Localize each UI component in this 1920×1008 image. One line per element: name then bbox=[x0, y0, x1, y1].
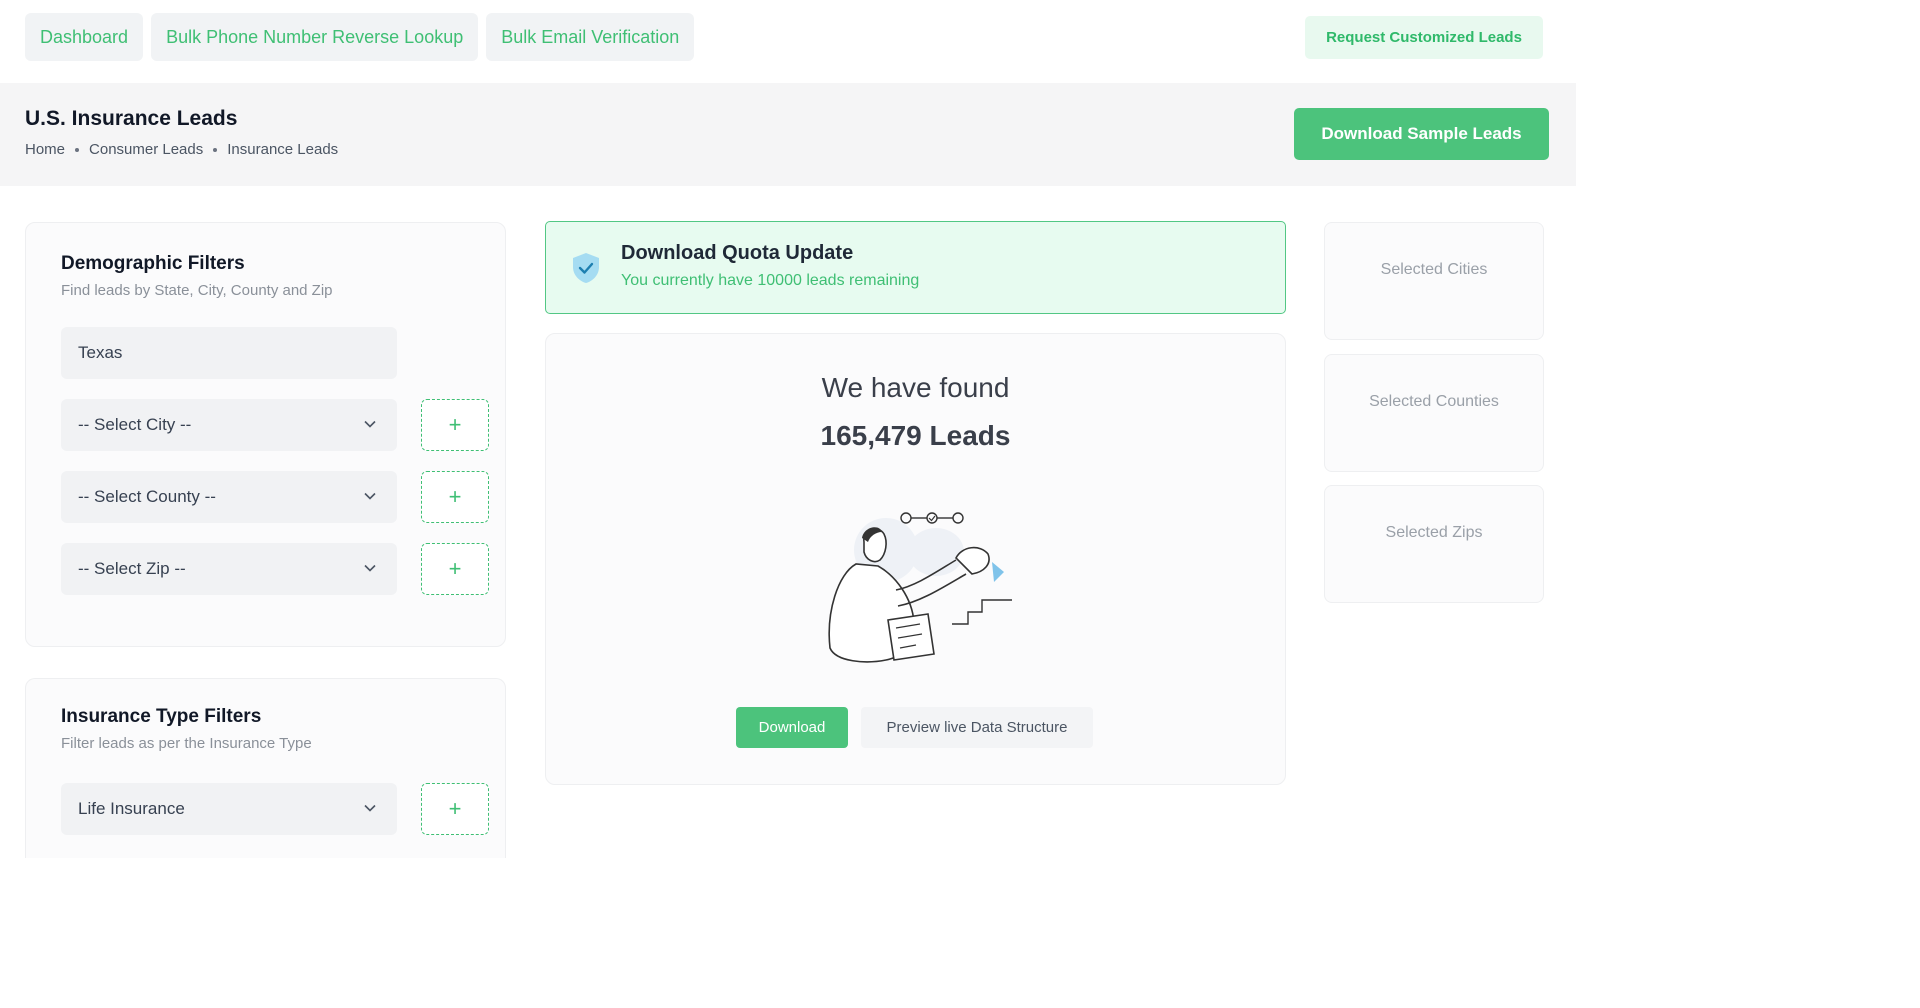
quota-banner: Download Quota Update You currently have… bbox=[545, 221, 1286, 314]
chevron-down-icon bbox=[364, 420, 376, 428]
chevron-down-icon bbox=[364, 804, 376, 812]
selected-zips-panel: Selected Zips bbox=[1324, 485, 1544, 603]
breadcrumb-consumer-leads[interactable]: Consumer Leads bbox=[89, 141, 203, 158]
add-zip-button[interactable]: + bbox=[421, 543, 489, 595]
zip-select[interactable]: -- Select Zip -- bbox=[61, 543, 397, 595]
demographic-filters-title: Demographic Filters bbox=[61, 253, 245, 274]
breadcrumb: Home Consumer Leads Insurance Leads bbox=[25, 141, 338, 158]
insurance-filters-title: Insurance Type Filters bbox=[61, 706, 262, 727]
top-nav: Dashboard Bulk Phone Number Reverse Look… bbox=[25, 13, 695, 61]
state-field[interactable]: Texas bbox=[61, 327, 397, 379]
demographic-filters-card: Demographic Filters Find leads by State,… bbox=[25, 222, 506, 647]
selected-zips-label: Selected Zips bbox=[1385, 524, 1483, 541]
selected-counties-label: Selected Counties bbox=[1369, 393, 1499, 410]
plus-icon: + bbox=[448, 796, 462, 821]
results-count: 165,479 Leads bbox=[820, 420, 1011, 451]
county-select[interactable]: -- Select County -- bbox=[61, 471, 397, 523]
zip-select-value: -- Select Zip -- bbox=[78, 559, 186, 578]
county-select-value: -- Select County -- bbox=[78, 487, 216, 506]
insurance-type-select[interactable]: Life Insurance bbox=[61, 783, 397, 835]
demographic-filters-subtitle: Find leads by State, City, County and Zi… bbox=[61, 282, 333, 299]
add-city-button[interactable]: + bbox=[421, 399, 489, 451]
shield-check-icon bbox=[573, 253, 599, 283]
request-customized-leads-button[interactable]: Request Customized Leads bbox=[1305, 16, 1543, 59]
results-heading: We have found bbox=[821, 372, 1010, 403]
preview-data-structure-button[interactable]: Preview live Data Structure bbox=[861, 707, 1093, 748]
person-with-papers-illustration bbox=[828, 512, 1012, 663]
add-insurance-type-button[interactable]: + bbox=[421, 783, 489, 835]
breadcrumb-insurance-leads: Insurance Leads bbox=[227, 141, 339, 158]
plus-icon: + bbox=[448, 412, 462, 437]
nav-dashboard-button[interactable]: Dashboard bbox=[25, 13, 144, 61]
city-select[interactable]: -- Select City -- bbox=[61, 399, 397, 451]
insurance-type-filters-card: Insurance Type Filters Filter leads as p… bbox=[25, 678, 506, 858]
add-county-button[interactable]: + bbox=[421, 471, 489, 523]
chevron-down-icon bbox=[364, 564, 376, 572]
quota-title: Download Quota Update bbox=[621, 242, 854, 264]
state-value: Texas bbox=[78, 343, 123, 362]
nav-email-verification-button[interactable]: Bulk Email Verification bbox=[486, 13, 695, 61]
selected-cities-label: Selected Cities bbox=[1380, 261, 1488, 278]
download-sample-leads-button[interactable]: Download Sample Leads bbox=[1294, 108, 1549, 160]
download-button[interactable]: Download bbox=[736, 707, 848, 748]
plus-icon: + bbox=[448, 484, 462, 509]
page-title: U.S. Insurance Leads bbox=[25, 107, 238, 130]
breadcrumb-home[interactable]: Home bbox=[25, 141, 65, 158]
city-select-value: -- Select City -- bbox=[78, 415, 192, 434]
insurance-type-value: Life Insurance bbox=[78, 799, 185, 818]
breadcrumb-separator bbox=[213, 147, 218, 152]
selected-counties-panel: Selected Counties bbox=[1324, 354, 1544, 472]
nav-phone-lookup-button[interactable]: Bulk Phone Number Reverse Lookup bbox=[151, 13, 479, 61]
chevron-down-icon bbox=[364, 492, 376, 500]
breadcrumb-separator bbox=[75, 147, 80, 152]
quota-message: You currently have 10000 leads remaining bbox=[621, 272, 920, 289]
insurance-filters-subtitle: Filter leads as per the Insurance Type bbox=[61, 735, 312, 752]
selected-cities-panel: Selected Cities bbox=[1324, 222, 1544, 340]
plus-icon: + bbox=[448, 556, 462, 581]
results-card: We have found 165,479 Leads Download Pre… bbox=[545, 333, 1286, 785]
